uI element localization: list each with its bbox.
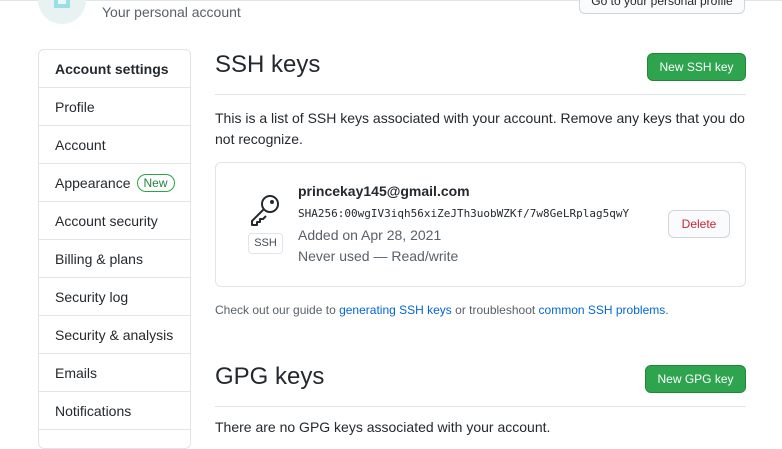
guide-middle: or troubleshoot [451, 303, 539, 317]
sidebar-item-emails[interactable]: Emails [39, 354, 190, 392]
key-fingerprint: SHA256:00wgIV3iqh56xiZeJTh3uobWZKf/7w8Ge… [298, 207, 630, 220]
sidebar-item-label: Security & analysis [55, 326, 174, 343]
section-divider [215, 406, 746, 407]
sidebar-item-security-analysis[interactable]: Security & analysis [39, 316, 190, 354]
gpg-description: There are no GPG keys associated with yo… [215, 419, 551, 435]
sidebar-item-account-security[interactable]: Account security [39, 202, 190, 240]
delete-key-button[interactable]: Delete [668, 210, 730, 238]
sidebar-item-billing[interactable]: Billing & plans [39, 240, 190, 278]
key-added-date: Added on Apr 28, 2021 [298, 227, 442, 243]
new-ssh-key-button[interactable]: New SSH key [647, 53, 746, 81]
key-usage: Never used — Read/write [298, 248, 459, 264]
avatar[interactable] [38, 0, 86, 24]
sidebar-item-label: Billing & plans [55, 250, 143, 267]
ssh-description: This is a list of SSH keys associated wi… [215, 110, 745, 147]
guide-prefix: Check out our guide to [215, 303, 340, 317]
key-title: princekay145@gmail.com [298, 183, 470, 199]
sidebar-item-label: Account security [55, 212, 158, 229]
sidebar-header: Account settings [39, 50, 190, 88]
settings-sidebar: Account settings Profile Account Appeara… [38, 49, 191, 449]
generating-ssh-keys-link[interactable]: generating SSH keys [339, 303, 452, 317]
gpg-keys-heading: GPG keys [215, 363, 325, 390]
ssh-type-label: SSH [248, 233, 283, 254]
sidebar-header-label: Account settings [55, 60, 169, 77]
common-ssh-problems-link[interactable]: common SSH problems [539, 303, 666, 317]
ssh-key-card: SSH princekay145@gmail.com SHA256:00wgIV… [215, 162, 746, 287]
sidebar-item-label: Emails [55, 364, 98, 381]
section-divider [215, 94, 746, 95]
account-subtitle: Your personal account [102, 4, 241, 20]
sidebar-item-profile[interactable]: Profile [39, 88, 190, 126]
ssh-keys-heading: SSH keys [215, 51, 321, 78]
sidebar-item-appearance[interactable]: Appearance New [39, 164, 190, 202]
sidebar-item-label: Account [55, 136, 106, 153]
sidebar-item-label: Notifications [55, 402, 132, 419]
sidebar-item-label: Security log [55, 288, 129, 305]
guide-suffix: . [665, 303, 669, 317]
sidebar-item-label: Profile [55, 98, 95, 115]
go-to-profile-button[interactable]: Go to your personal profile [579, 0, 745, 14]
key-icon [251, 195, 279, 226]
new-gpg-key-button[interactable]: New GPG key [645, 365, 746, 393]
sidebar-item-label: Appearance [55, 174, 131, 191]
sidebar-item-account[interactable]: Account [39, 126, 190, 164]
sidebar-item-notifications[interactable]: Notifications [39, 392, 190, 430]
ssh-guide-text: Check out our guide to generating SSH ke… [215, 303, 669, 317]
new-badge: New [136, 173, 175, 192]
sidebar-item-security-log[interactable]: Security log [39, 278, 190, 316]
